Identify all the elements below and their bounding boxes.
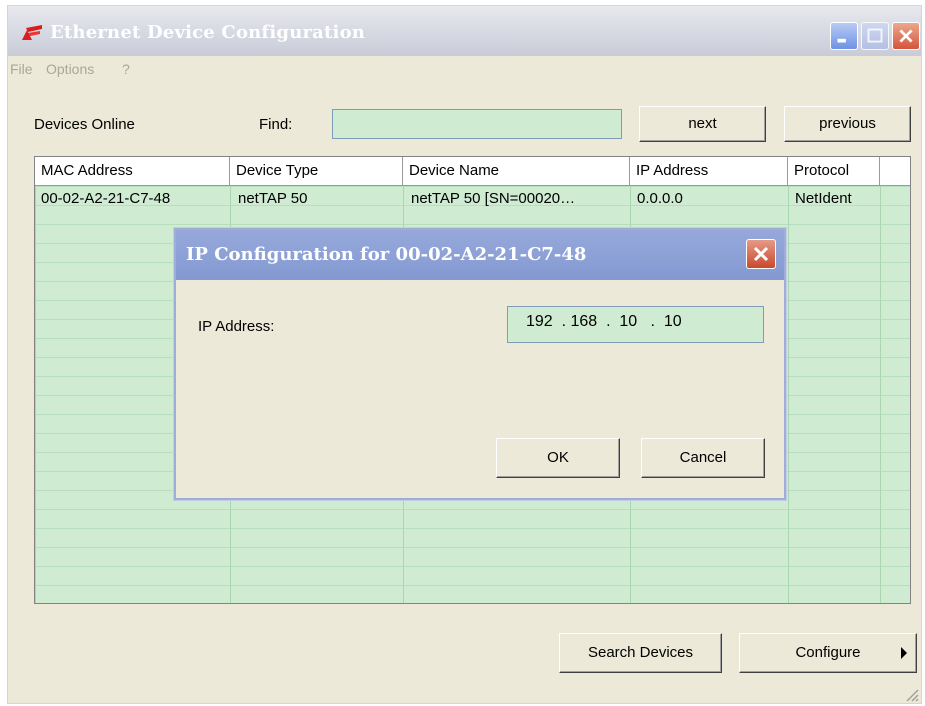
ok-button-label: OK <box>547 449 569 466</box>
previous-button-label: previous <box>819 115 876 132</box>
window-title: Ethernet Device Configuration <box>50 22 366 43</box>
previous-button[interactable]: previous <box>784 106 911 142</box>
app-logo-icon <box>22 25 42 40</box>
column-divider <box>788 186 789 603</box>
cancel-button-label: Cancel <box>679 449 727 466</box>
ip-address-field[interactable]: 192 . 168 . 10 . 10 <box>507 306 764 343</box>
cancel-button[interactable]: Cancel <box>641 438 765 478</box>
ip-address-value: 192 . 168 . 10 . 10 <box>526 313 682 330</box>
ip-address-label: IP Address: <box>198 318 275 335</box>
column-header-ip[interactable]: IP Address <box>630 157 788 185</box>
cell-ip: 0.0.0.0 <box>637 190 683 207</box>
ip-config-dialog: IP Configuration for 00-02-A2-21-C7-48 I… <box>174 228 786 500</box>
column-header-mac[interactable]: MAC Address <box>35 157 230 185</box>
cell-mac: 00-02-A2-21-C7-48 <box>41 190 171 207</box>
configure-label: Configure <box>795 644 861 661</box>
column-header-protocol[interactable]: Protocol <box>788 157 880 185</box>
next-button[interactable]: next <box>639 106 766 142</box>
dialog-close-button[interactable] <box>746 239 776 269</box>
cell-device-type: netTAP 50 <box>238 190 308 207</box>
maximize-button[interactable] <box>861 22 889 50</box>
menu-options[interactable]: Options <box>46 61 94 77</box>
cell-device-name: netTAP 50 [SN=00020… <box>411 190 576 207</box>
find-label: Find: <box>259 116 293 133</box>
ok-button[interactable]: OK <box>496 438 620 478</box>
close-button[interactable] <box>892 22 920 50</box>
title-bar[interactable]: Ethernet Device Configuration <box>8 6 921 56</box>
column-header-device-name[interactable]: Device Name <box>403 157 630 185</box>
column-divider <box>880 186 881 603</box>
dialog-title-bar[interactable]: IP Configuration for 00-02-A2-21-C7-48 <box>176 230 784 280</box>
cell-protocol: NetIdent <box>795 190 852 207</box>
search-devices-label: Search Devices <box>587 644 694 661</box>
dialog-title: IP Configuration for 00-02-A2-21-C7-48 <box>186 244 587 265</box>
next-button-label: next <box>688 115 717 132</box>
resize-grip-icon[interactable] <box>903 686 919 702</box>
configure-button[interactable]: Configure <box>739 633 917 673</box>
table-header: MAC Address Device Type Device Name IP A… <box>35 157 910 186</box>
chevron-right-icon <box>901 647 907 659</box>
menu-file[interactable]: File <box>10 61 33 77</box>
minimize-icon <box>837 38 846 43</box>
main-window: Ethernet Device Configuration File Optio… <box>8 6 921 703</box>
devices-online-label: Devices Online <box>34 116 135 133</box>
minimize-button[interactable] <box>830 22 858 50</box>
menu-bar: File Options ? <box>8 58 921 80</box>
maximize-icon <box>867 28 883 43</box>
close-icon <box>899 29 913 43</box>
close-icon <box>753 246 769 262</box>
menu-help[interactable]: ? <box>122 61 130 77</box>
column-header-device-type[interactable]: Device Type <box>230 157 403 185</box>
find-input[interactable] <box>332 109 622 139</box>
search-devices-button[interactable]: Search Devices <box>559 633 722 673</box>
